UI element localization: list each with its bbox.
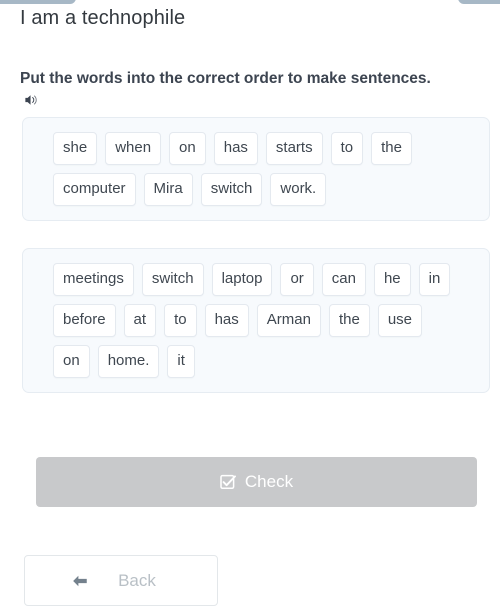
word-chip[interactable]: has: [213, 132, 258, 165]
word-chip[interactable]: switch: [141, 263, 204, 296]
word-chip[interactable]: before: [53, 304, 116, 337]
word-chip[interactable]: can: [321, 263, 366, 296]
word-chip[interactable]: Arman: [256, 304, 321, 337]
word-chip[interactable]: starts: [265, 132, 323, 165]
word-row: on home. it: [53, 345, 467, 378]
word-bank-sentence-2: meetings switch laptop or can he in befo…: [22, 248, 490, 393]
instruction-label: Put the words into the correct order to …: [20, 70, 431, 87]
word-chip[interactable]: home.: [97, 345, 160, 378]
word-row: meetings switch laptop or can he in: [53, 263, 467, 296]
word-chip[interactable]: Mira: [143, 173, 193, 206]
word-chip[interactable]: she: [53, 132, 98, 165]
check-button[interactable]: Check: [36, 457, 477, 507]
word-chip[interactable]: it: [167, 345, 195, 378]
word-chip[interactable]: to: [164, 304, 197, 337]
word-chip[interactable]: he: [373, 263, 411, 296]
word-chip[interactable]: meetings: [53, 263, 134, 296]
word-chip[interactable]: computer: [53, 173, 136, 206]
word-row: computer Mira switch work.: [53, 173, 467, 206]
checkbox-checked-icon: [220, 474, 236, 489]
word-chip[interactable]: the: [371, 132, 412, 165]
word-chip[interactable]: work.: [270, 173, 327, 206]
word-chip[interactable]: or: [280, 263, 314, 296]
word-row: before at to has Arman the use: [53, 304, 467, 337]
word-chip[interactable]: on: [169, 132, 206, 165]
speaker-icon[interactable]: [24, 93, 39, 107]
page-title: I am a technophile: [20, 7, 186, 29]
word-chip[interactable]: use: [377, 304, 422, 337]
word-chip[interactable]: at: [123, 304, 157, 337]
word-bank-sentence-1: she when on has starts to the computer M…: [22, 117, 490, 221]
word-chip[interactable]: has: [204, 304, 249, 337]
word-chip[interactable]: when: [105, 132, 162, 165]
word-chip[interactable]: on: [53, 345, 90, 378]
word-row: she when on has starts to the: [53, 132, 467, 165]
back-button-label: Back: [118, 570, 156, 590]
word-chip[interactable]: in: [418, 263, 451, 296]
word-chip[interactable]: switch: [200, 173, 263, 206]
exercise-page: I am a technophile Put the words into th…: [0, 0, 500, 606]
word-chip[interactable]: laptop: [211, 263, 273, 296]
back-button[interactable]: Back: [24, 555, 218, 606]
word-chip[interactable]: to: [330, 132, 364, 165]
arrow-left-icon: [73, 575, 87, 586]
instruction-text: Put the words into the correct order to …: [0, 32, 500, 112]
word-chip[interactable]: the: [328, 304, 370, 337]
check-button-label: Check: [244, 472, 294, 491]
